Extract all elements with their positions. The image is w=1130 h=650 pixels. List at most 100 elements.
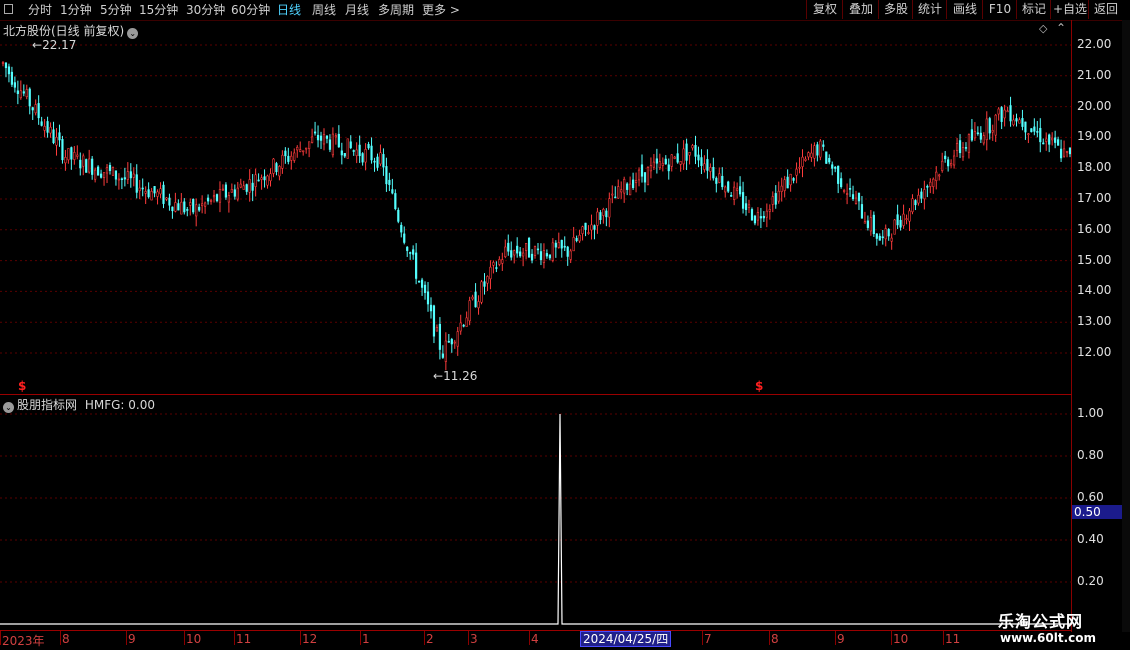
f10-button[interactable]: F10 <box>982 0 1017 19</box>
adjust-button[interactable]: 复权 <box>806 0 843 19</box>
candle-body <box>108 165 112 171</box>
stats-button[interactable]: 统计 <box>912 0 947 19</box>
candle-body <box>712 167 715 179</box>
period-tab-30min[interactable]: 30分钟 <box>186 0 225 20</box>
candle-body <box>409 252 412 254</box>
candle-body <box>542 250 546 263</box>
candle-body <box>736 188 739 191</box>
high-price-label: ←22.17 <box>32 38 76 52</box>
watermark-url: www.60lt.com <box>1000 631 1097 645</box>
candle-body <box>349 141 352 149</box>
candle-body <box>64 157 67 164</box>
candle-body <box>480 281 483 303</box>
candle-body <box>724 186 727 193</box>
candle-body <box>4 62 8 69</box>
candle-body <box>828 157 831 163</box>
candle-body <box>920 191 923 199</box>
candle-body <box>902 213 905 226</box>
candle-body <box>970 129 974 141</box>
candle-body <box>31 107 34 111</box>
candle-body <box>382 154 385 168</box>
candle-body <box>334 135 337 138</box>
candle-body <box>370 145 373 161</box>
draw-line-button[interactable]: 画线 <box>946 0 983 19</box>
candle-body <box>495 267 498 269</box>
candle-body <box>911 198 914 213</box>
x-axis-label: 8 <box>771 632 779 646</box>
period-tab-60min[interactable]: 60分钟 <box>231 0 270 20</box>
x-axis-tick <box>529 631 530 645</box>
candle-body <box>7 66 11 75</box>
candle-body <box>316 134 320 141</box>
right-scrollbar[interactable] <box>1122 20 1130 632</box>
back-button[interactable]: 返回 <box>1088 0 1123 19</box>
candle-body <box>831 164 834 169</box>
candle-body <box>1003 109 1006 119</box>
candle-body <box>804 158 807 161</box>
period-tab-1min[interactable]: 1分钟 <box>60 0 92 20</box>
candle-body <box>985 118 988 141</box>
candle-body <box>709 167 712 172</box>
period-tab-weekly[interactable]: 周线 <box>312 0 336 20</box>
candle-body <box>587 232 590 234</box>
candle-body <box>281 154 284 169</box>
candle-body <box>780 185 783 192</box>
candle-body <box>76 154 79 157</box>
candle-body <box>1036 131 1039 133</box>
candle-body <box>492 262 495 266</box>
candle-body <box>1030 128 1033 133</box>
candle-body <box>308 141 311 149</box>
period-tab-5min[interactable]: 5分钟 <box>100 0 132 20</box>
candle-body <box>195 204 198 217</box>
add-watchlist-button[interactable]: +自选 <box>1050 0 1089 19</box>
candle-body <box>117 178 121 181</box>
x-axis-label: 2023年 <box>2 634 45 648</box>
x-axis-label: 9 <box>128 632 136 646</box>
candle-body <box>189 202 192 206</box>
candle-body <box>533 246 537 256</box>
candle-body <box>539 251 543 261</box>
candle-body <box>721 175 724 188</box>
candle-body <box>694 145 697 157</box>
candle-body <box>43 126 46 131</box>
candle-body <box>649 165 653 172</box>
price-axis-label: 20.00 <box>1077 98 1112 113</box>
candle-body <box>792 178 795 181</box>
candle-body <box>165 197 168 200</box>
candle-body <box>908 210 911 222</box>
candle-body <box>1048 134 1051 145</box>
candle-body <box>471 296 474 300</box>
period-tab-15min[interactable]: 15分钟 <box>139 0 178 20</box>
multi-stock-button[interactable]: 多股 <box>878 0 913 19</box>
candle-body <box>887 229 890 237</box>
mark-button[interactable]: 标记 <box>1016 0 1051 19</box>
candle-body <box>379 152 382 165</box>
candle-body <box>19 90 22 99</box>
candle-body <box>135 174 138 193</box>
candle-body <box>646 167 650 186</box>
candle-body <box>516 245 519 254</box>
candle-body <box>328 139 332 150</box>
candle-body <box>215 194 219 202</box>
candle-body <box>935 171 938 182</box>
period-tab-more[interactable]: 更多 > <box>422 0 460 20</box>
candle-body <box>55 137 58 146</box>
overlay-button[interactable]: 叠加 <box>842 0 879 19</box>
candle-body <box>527 237 531 258</box>
period-tab-minute[interactable]: 分时 <box>28 0 52 20</box>
period-tab-multi[interactable]: 多周期 <box>378 0 414 20</box>
candle-body <box>718 173 721 183</box>
candle-body <box>474 291 477 308</box>
candle-body <box>388 179 391 185</box>
period-tab-monthly[interactable]: 月线 <box>345 0 369 20</box>
candle-body <box>857 192 861 202</box>
x-axis-tick <box>468 631 469 645</box>
candle-body <box>967 134 971 153</box>
period-tab-daily[interactable]: 日线 <box>277 0 301 20</box>
candle-body <box>744 203 748 210</box>
panel-toggle-icon[interactable] <box>4 4 13 14</box>
candle-body <box>673 156 676 159</box>
candle-body <box>346 138 349 159</box>
candle-body <box>444 340 447 362</box>
candle-body <box>1027 133 1030 135</box>
